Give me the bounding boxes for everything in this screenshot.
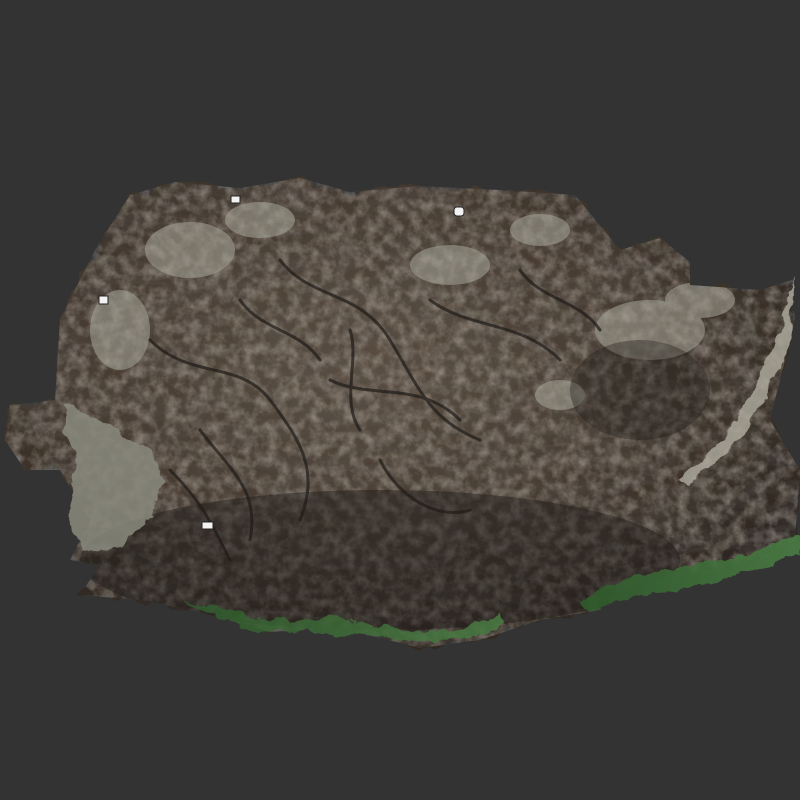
ground-control-marker[interactable] bbox=[98, 295, 109, 305]
ground-control-marker[interactable] bbox=[201, 521, 214, 530]
ground-control-marker[interactable] bbox=[230, 195, 241, 204]
3d-viewport[interactable] bbox=[0, 0, 800, 800]
rock-surface-texture bbox=[5, 178, 800, 648]
rock-scan-model[interactable] bbox=[0, 0, 800, 800]
ground-control-marker[interactable] bbox=[453, 206, 465, 217]
